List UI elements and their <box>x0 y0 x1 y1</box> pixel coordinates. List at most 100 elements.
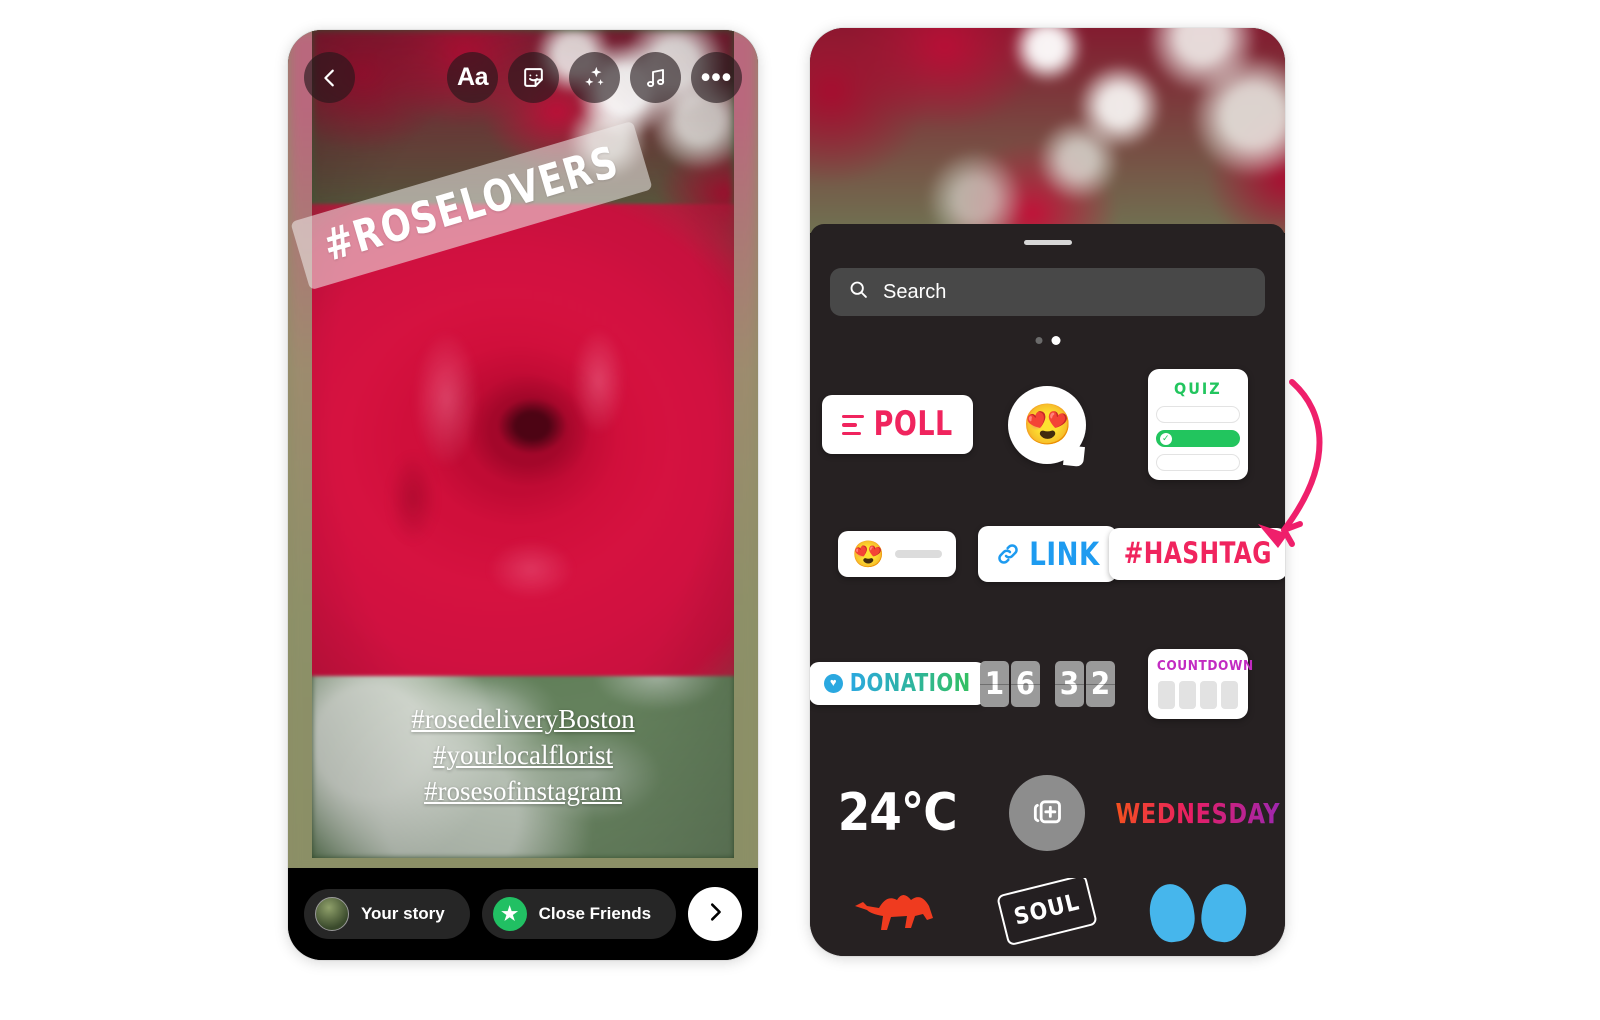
clock-digit-h1: 1 <box>979 660 1009 707</box>
weekday-cell: WEDNESDAY <box>1116 797 1280 829</box>
avatar <box>314 897 349 931</box>
link-chain-icon <box>995 541 1021 567</box>
donation-sticker[interactable]: ♥ DONATION <box>810 662 986 706</box>
slider-track <box>894 550 943 559</box>
clock-hours: 1 6 <box>979 660 1040 707</box>
story-canvas[interactable]: Aa ••• #ROSELOVERS #rosedeliveryBoston #… <box>288 30 758 875</box>
poll-bars-icon <box>841 414 864 436</box>
butterfly-sticker[interactable] <box>1145 881 1251 946</box>
sheet-grabber[interactable] <box>1023 240 1072 245</box>
link-label: LINK <box>1029 535 1100 573</box>
effects-tool-button[interactable] <box>569 52 620 103</box>
soul-cell: SOUL <box>972 878 1122 947</box>
hashtag-sticker[interactable]: #HASHTAG <box>1108 528 1285 581</box>
soul-label: SOUL <box>1012 889 1083 931</box>
story-photo-preview <box>810 28 1285 233</box>
clock-minutes: 3 2 <box>1054 660 1115 707</box>
add-photo-sticker-icon <box>1027 791 1067 836</box>
sticker-tray-sheet: Search POLL 😍 QUIZ ✓ 😍 LINK #HASHTAG ♥ D… <box>810 224 1285 956</box>
clock-separator <box>1044 661 1051 707</box>
close-friends-button[interactable]: ★ Close Friends <box>481 889 676 939</box>
check-icon: ✓ <box>1159 432 1172 445</box>
donation-label: DONATION <box>849 669 971 698</box>
your-story-label: Your story <box>360 904 445 923</box>
page-dot-1[interactable] <box>1035 337 1042 344</box>
countdown-cell: COUNTDOWN <box>1123 648 1273 719</box>
sticker-row-3: ♥ DONATION 1 6 3 2 COUNTDOWN <box>810 619 1285 749</box>
caption-line-1: #rosedeliveryBoston <box>411 704 635 734</box>
sticker-row-2: 😍 LINK #HASHTAG <box>810 490 1285 620</box>
butterfly-cell <box>1123 881 1273 946</box>
quiz-option-1 <box>1155 406 1240 424</box>
countdown-digit-slots <box>1157 680 1239 709</box>
countdown-clock-cell: 1 6 3 2 <box>972 660 1122 707</box>
caption-line-2: #yourlocalflorist <box>433 739 613 770</box>
story-editor-phone: Aa ••• #ROSELOVERS #rosedeliveryBoston #… <box>288 30 758 960</box>
heart-icon: ♥ <box>823 674 843 694</box>
chevron-right-icon <box>704 901 726 928</box>
sparkle-icon <box>581 64 608 91</box>
next-button[interactable] <box>688 887 742 941</box>
caption-block[interactable]: #rosedeliveryBoston #yourlocalflorist #r… <box>288 702 758 810</box>
story-photo-blur <box>810 28 1285 233</box>
add-photo-sticker[interactable] <box>1009 775 1086 852</box>
page-dot-2[interactable] <box>1051 336 1060 345</box>
chevron-left-icon <box>319 67 341 89</box>
text-tool-label: Aa <box>457 63 488 91</box>
star-icon: ★ <box>492 897 527 931</box>
clock-digit-m1: 3 <box>1054 660 1084 707</box>
sticker-tool-button[interactable] <box>508 52 559 103</box>
quiz-option-2-selected: ✓ <box>1155 430 1240 448</box>
music-note-icon <box>644 66 668 90</box>
questions-cell: 😍 <box>972 385 1122 464</box>
slider-emoji: 😍 <box>852 539 885 570</box>
sticker-row-1: POLL 😍 QUIZ ✓ <box>810 360 1285 490</box>
sticker-smiley-icon <box>521 65 546 90</box>
emoji-slider-cell: 😍 <box>822 531 972 578</box>
quiz-option-3 <box>1155 454 1240 472</box>
close-friends-label: Close Friends <box>538 904 652 923</box>
hashtag-cell: #HASHTAG <box>1108 528 1285 581</box>
sticker-grid: POLL 😍 QUIZ ✓ 😍 LINK #HASHTAG ♥ DONATION… <box>810 360 1285 956</box>
camel-cell <box>822 884 972 944</box>
countdown-sticker[interactable]: COUNTDOWN <box>1147 648 1254 719</box>
countdown-label: COUNTDOWN <box>1156 657 1254 674</box>
link-cell: LINK <box>972 526 1122 583</box>
hashtag-label: #HASHTAG <box>1123 537 1272 572</box>
ellipsis-icon: ••• <box>700 62 733 93</box>
add-photo-cell <box>972 775 1122 852</box>
emoji-slider-sticker[interactable]: 😍 <box>838 531 957 578</box>
poll-sticker[interactable]: POLL <box>821 395 973 455</box>
music-tool-button[interactable] <box>630 52 681 103</box>
poll-cell: POLL <box>821 395 973 455</box>
more-options-button[interactable]: ••• <box>691 52 742 103</box>
clock-digit-h2: 6 <box>1010 660 1040 707</box>
weekday-sticker[interactable]: WEDNESDAY <box>1116 797 1281 829</box>
temperature-cell: 24°C <box>822 783 972 843</box>
search-placeholder: Search <box>883 280 947 303</box>
sticker-row-4: 24°C WEDNESDAY <box>810 749 1285 879</box>
questions-sticker[interactable]: 😍 <box>1008 385 1087 464</box>
clock-digit-m2: 2 <box>1085 660 1115 707</box>
donation-cell: ♥ DONATION <box>810 662 986 706</box>
screenshot-stage: Aa ••• #ROSELOVERS #rosedeliveryBoston #… <box>0 0 1600 1020</box>
story-action-bar: Your story ★ Close Friends <box>288 868 758 960</box>
text-tool-button[interactable]: Aa <box>447 52 498 103</box>
search-input[interactable]: Search <box>830 268 1265 316</box>
countdown-clock-sticker[interactable]: 1 6 3 2 <box>979 660 1115 707</box>
page-indicator <box>1035 336 1060 345</box>
quiz-sticker[interactable]: QUIZ ✓ <box>1147 369 1248 481</box>
quiz-title: QUIZ <box>1173 379 1222 399</box>
heart-eyes-emoji: 😍 <box>1022 403 1073 448</box>
camel-sticker[interactable] <box>849 884 945 944</box>
caption-line-3: #rosesofinstagram <box>424 775 622 806</box>
sticker-row-5: SOUL <box>810 878 1285 956</box>
sticker-tray-phone: Search POLL 😍 QUIZ ✓ 😍 LINK #HASHTAG ♥ D… <box>810 28 1285 956</box>
poll-label: POLL <box>873 405 953 445</box>
link-sticker[interactable]: LINK <box>978 526 1117 583</box>
temperature-sticker[interactable]: 24°C <box>838 783 958 843</box>
soul-badge-sticker[interactable]: SOUL <box>996 878 1099 947</box>
back-button[interactable] <box>304 52 355 103</box>
your-story-button[interactable]: Your story <box>304 889 470 939</box>
story-toolbar: Aa ••• <box>288 52 758 103</box>
